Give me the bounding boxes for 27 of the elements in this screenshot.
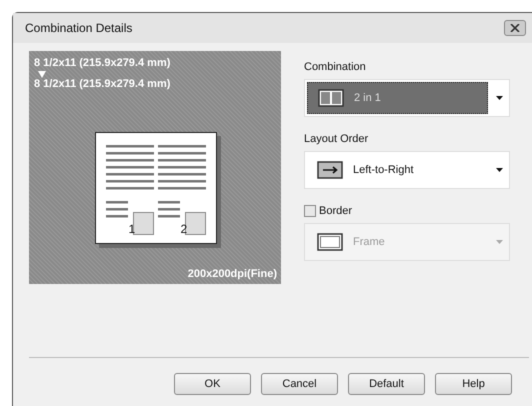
caret-icon	[496, 168, 503, 172]
dialog-button[interactable]: Default	[348, 373, 425, 395]
layout-order-value: Left-to-Right	[353, 164, 414, 176]
dialog-button[interactable]: OK	[174, 373, 251, 395]
border-label: Border	[319, 205, 352, 217]
layout-order-label: Layout Order	[304, 133, 368, 145]
close-button[interactable]	[504, 20, 526, 36]
layout-order-dropdown[interactable]: Left-to-Right	[304, 151, 510, 189]
two-pages-icon	[318, 89, 344, 107]
source-size: 8 1/2x11 (215.9x279.4 mm)	[34, 57, 170, 70]
dialog-button[interactable]: Cancel	[261, 373, 338, 395]
border-style-value: Frame	[353, 236, 385, 248]
down-arrow-icon	[38, 71, 46, 78]
combination-value: 2 in 1	[354, 92, 381, 104]
target-size: 8 1/2x11 (215.9x279.4 mm)	[34, 78, 170, 91]
frame-icon	[317, 233, 343, 251]
page-number: 2	[180, 222, 188, 234]
combination-dropdown[interactable]: 2 in 1	[304, 79, 510, 117]
dialog-button[interactable]: Help	[435, 373, 512, 395]
caret-icon	[496, 240, 503, 244]
window-title: Combination Details	[25, 21, 132, 35]
close-icon	[510, 24, 520, 32]
caret-icon	[496, 96, 503, 100]
resolution-label: 200x200dpi(Fine)	[188, 268, 277, 280]
combination-label: Combination	[304, 61, 366, 73]
image-placeholder	[184, 212, 206, 234]
page-number: 1	[128, 222, 136, 234]
